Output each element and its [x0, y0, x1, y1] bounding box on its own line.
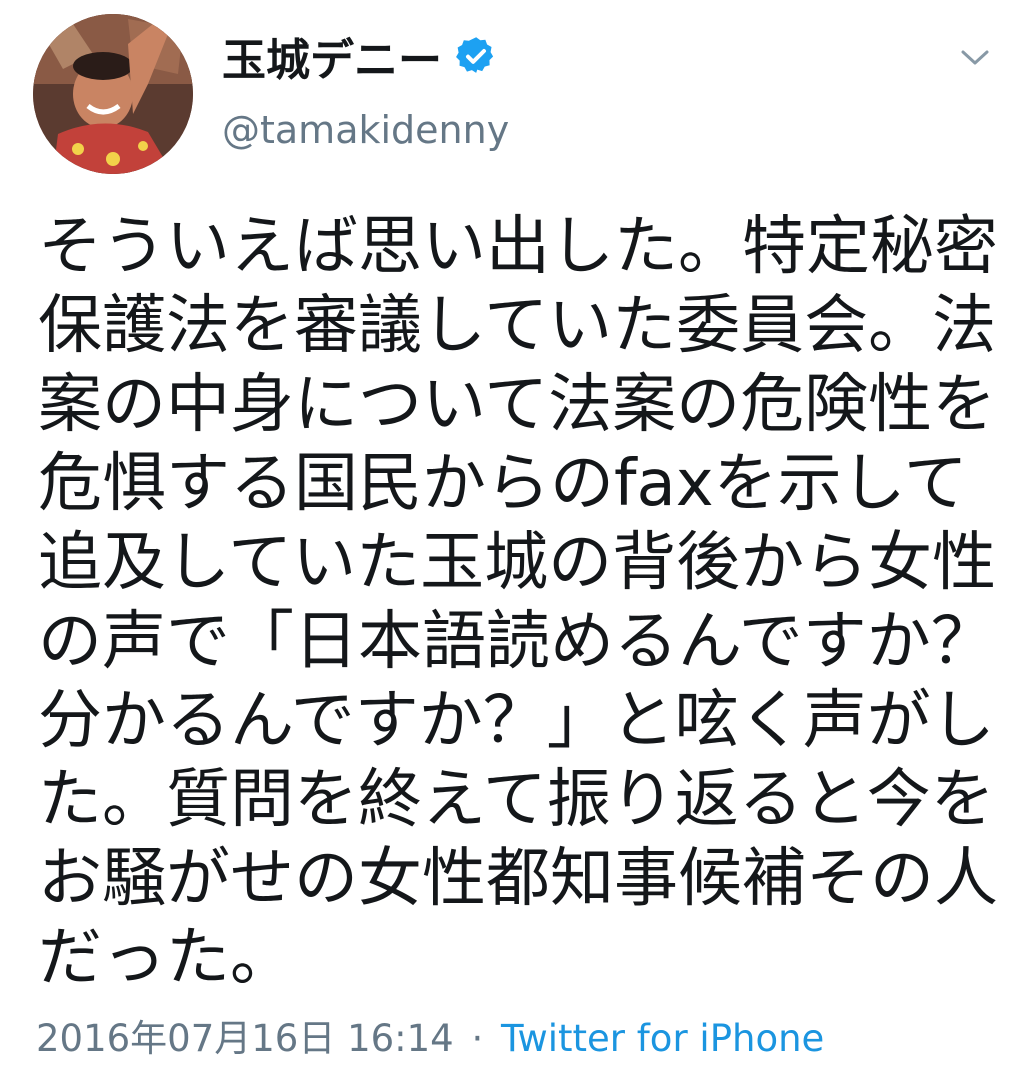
tweet-text-line: だった。 [38, 921, 294, 995]
meta-separator: · [471, 1017, 484, 1060]
tweet-text-line: 案の中身について法案の危険性を [38, 368, 997, 442]
chevron-down-icon [961, 50, 989, 65]
tweet-text-line: お騒がせの女性都知事候補その人 [38, 842, 998, 916]
tweet-text: そういえば思い出した。特定秘密 保護法を審議していた委員会。法 案の中身について… [38, 208, 998, 998]
user-handle[interactable]: @tamakidenny [222, 108, 509, 152]
more-options-button[interactable] [955, 38, 995, 78]
avatar[interactable] [33, 14, 193, 174]
tweet-text-line: た。質問を終えて振り返ると今を [38, 763, 995, 837]
tweet-text-line: 分かるんですか？」と呟く声がし [38, 684, 995, 758]
tweet-text-line: そういえば思い出した。特定秘密 [38, 210, 998, 284]
tweet-text-line: 危惧する国民からのfaxを示して [38, 447, 968, 521]
tweet-card: 玉城デニー @tamakidenny そういえば思い出した。特定秘密 保護法を審… [0, 0, 1024, 1083]
verified-badge-icon [456, 37, 494, 73]
tweet-text-line: の声で「日本語読めるんですか？ [38, 605, 995, 679]
display-name[interactable]: 玉城デニー [222, 24, 442, 88]
tweet-meta: 2016年07月16日 16:14 · Twitter for iPhone [36, 1008, 824, 1062]
display-name-row: 玉城デニー [222, 28, 496, 86]
profile-photo-icon [33, 14, 193, 174]
tweet-text-line: 追及していた玉城の背後から女性 [38, 526, 997, 600]
tweet-text-line: 保護法を審議していた委員会。法 [38, 289, 997, 363]
tweet-source-link[interactable]: Twitter for iPhone [501, 1017, 824, 1060]
tweet-timestamp[interactable]: 2016年07月16日 16:14 [36, 1017, 454, 1060]
